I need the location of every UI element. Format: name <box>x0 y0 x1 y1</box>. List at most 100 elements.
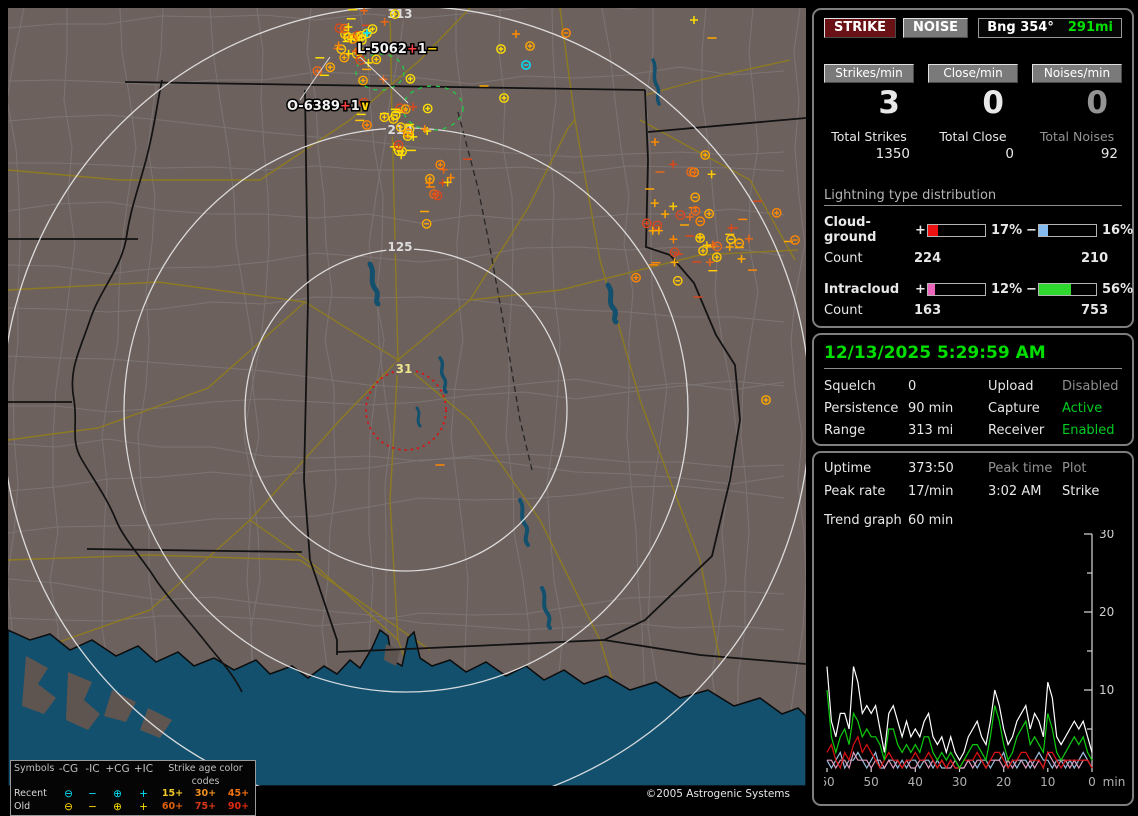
svg-text:L-5062+1−: L-5062+1− <box>357 42 438 57</box>
svg-text:40: 40 <box>908 775 923 789</box>
peak-rate-label: Peak rate <box>824 484 886 499</box>
strike-mode-button[interactable]: STRIKE <box>824 18 897 38</box>
legend-col-ic-plus: +IC <box>133 763 154 775</box>
age-code-45: 45+ <box>227 788 250 799</box>
capture-label: Capture <box>988 401 1040 416</box>
age-code-60: 60+ <box>161 800 184 812</box>
minus-sign: − <box>1026 222 1037 238</box>
ic-minus-recent-icon: − <box>88 788 97 800</box>
cg-minus-percent: 16% <box>1102 222 1134 238</box>
legend-age-header: Strike age color codes <box>168 763 243 787</box>
uptime-value: 373:50 <box>908 461 954 476</box>
age-code-15: 15+ <box>161 788 184 799</box>
plus-sign: + <box>915 222 926 238</box>
svg-text:30: 30 <box>1099 530 1114 541</box>
peak-time-header: Peak time <box>988 461 1053 476</box>
cloud-ground-label: Cloud-ground <box>824 215 877 245</box>
noise-mode-button[interactable]: NOISE <box>903 18 969 38</box>
uptime-label: Uptime <box>824 461 872 476</box>
svg-text:min: min <box>1103 775 1126 789</box>
svg-text:20: 20 <box>1099 605 1114 619</box>
noises-per-min-header[interactable]: Noises/min <box>1032 64 1122 83</box>
svg-text:O-6389+1∨: O-6389+1∨ <box>287 99 370 114</box>
persistence-label: Persistence <box>824 401 899 416</box>
lightning-map[interactable]: 313 219 125 31 L-5062+1− O-6389+1∨ ©2005 Astr… <box>8 8 806 816</box>
bearing-value: Bng 354° <box>987 20 1054 35</box>
ic-minus-count: 753 <box>1081 303 1109 318</box>
range-label: Range <box>824 423 866 438</box>
trend-graph: 10 20 30 60 50 40 30 20 10 0 min <box>819 527 1132 792</box>
squelch-value: 0 <box>908 379 917 394</box>
map-canvas[interactable]: 31321912531L-5062+1−O-6389+1∨ <box>8 8 806 786</box>
app-window: 313 219 125 31 L-5062+1− O-6389+1∨ ©2005 Astr… <box>0 0 1138 816</box>
svg-text:50: 50 <box>864 775 879 789</box>
peak-rate-value: 17/min <box>908 484 954 499</box>
status-panel: 12/13/2025 5:29:59 AM Squelch 0 Upload D… <box>812 333 1134 446</box>
receiver-status: Enabled <box>1062 423 1115 438</box>
cg-count-label: Count <box>824 251 863 266</box>
svg-text:60: 60 <box>824 775 835 789</box>
intracloud-label: Intracloud <box>824 282 900 297</box>
total-close-value: 0 <box>1005 146 1014 162</box>
range-value: 313 mi <box>908 423 954 438</box>
svg-text:125: 125 <box>387 240 412 254</box>
svg-text:20: 20 <box>996 775 1011 789</box>
ic-plus-bar <box>927 283 986 296</box>
cg-plus-recent-icon: ⊕ <box>113 788 122 800</box>
ic-count-label: Count <box>824 303 863 318</box>
legend-col-ic-minus: -IC <box>85 763 100 775</box>
peak-time-value: 3:02 AM <box>988 484 1042 499</box>
total-noises-label: Total Noises <box>1039 129 1115 144</box>
total-noises-value: 92 <box>1100 146 1118 162</box>
legend-col-cg-plus: +CG <box>105 763 130 775</box>
ic-minus-old-icon: − <box>88 800 97 813</box>
cg-plus-bar <box>927 223 986 237</box>
upload-status: Disabled <box>1062 379 1119 394</box>
age-code-30: 30+ <box>194 788 217 799</box>
svg-text:30: 30 <box>952 775 967 789</box>
strikes-per-min-value: 3 <box>878 85 900 121</box>
ic-plus-recent-icon: + <box>139 788 148 800</box>
cg-minus-recent-icon: ⊖ <box>64 788 73 800</box>
counters-panel: STRIKE NOISE Bng 354° 291mi Strikes/min C… <box>812 8 1134 328</box>
plot-header: Plot <box>1062 461 1087 476</box>
ic-minus-percent: 56% <box>1102 282 1134 297</box>
svg-text:0: 0 <box>1088 775 1096 789</box>
datetime-display: 12/13/2025 5:29:59 AM <box>824 343 1122 369</box>
trend-panel: Uptime 373:50 Peak time Plot Peak rate 1… <box>812 451 1134 806</box>
svg-text:31: 31 <box>396 362 413 376</box>
plot-value: Strike <box>1062 484 1100 499</box>
svg-text:10: 10 <box>1099 683 1114 697</box>
total-strikes-label: Total Strikes <box>831 129 907 144</box>
ic-minus-bar <box>1038 283 1097 296</box>
age-code-75: 75+ <box>194 800 217 812</box>
cg-plus-old-icon: ⊕ <box>113 800 122 813</box>
close-per-min-value: 0 <box>982 85 1004 121</box>
bearing-range-value: 291mi <box>1067 20 1113 35</box>
legend-col-cg-minus: -CG <box>58 763 79 775</box>
bearing-display: Bng 354° 291mi <box>978 18 1122 38</box>
cg-minus-old-icon: ⊖ <box>64 800 73 813</box>
receiver-label: Receiver <box>988 423 1045 438</box>
ic-plus-percent: 12% <box>991 282 1023 297</box>
svg-text:10: 10 <box>1040 775 1055 789</box>
ic-plus-count: 163 <box>914 303 942 318</box>
total-strikes-value: 1350 <box>875 146 910 162</box>
capture-status: Active <box>1062 401 1103 416</box>
plus-sign: + <box>915 282 926 297</box>
total-close-label: Total Close <box>939 129 1007 144</box>
persistence-value: 90 min <box>908 401 954 416</box>
squelch-label: Squelch <box>824 379 876 394</box>
legend-symbols-header: Symbols <box>14 763 55 774</box>
legend-row-recent-label: Recent <box>14 788 47 799</box>
ic-plus-old-icon: + <box>139 800 148 813</box>
close-per-min-header[interactable]: Close/min <box>928 64 1018 83</box>
cg-plus-percent: 17% <box>991 222 1023 238</box>
minus-sign: − <box>1026 282 1037 297</box>
upload-label: Upload <box>988 379 1034 394</box>
cg-minus-bar <box>1038 223 1097 237</box>
map-legend: Symbols -CG -IC +CG +IC Strike age color… <box>10 760 256 816</box>
cg-minus-count: 210 <box>1081 251 1109 266</box>
age-code-90: 90+ <box>227 800 250 812</box>
strikes-per-min-header[interactable]: Strikes/min <box>824 64 914 83</box>
